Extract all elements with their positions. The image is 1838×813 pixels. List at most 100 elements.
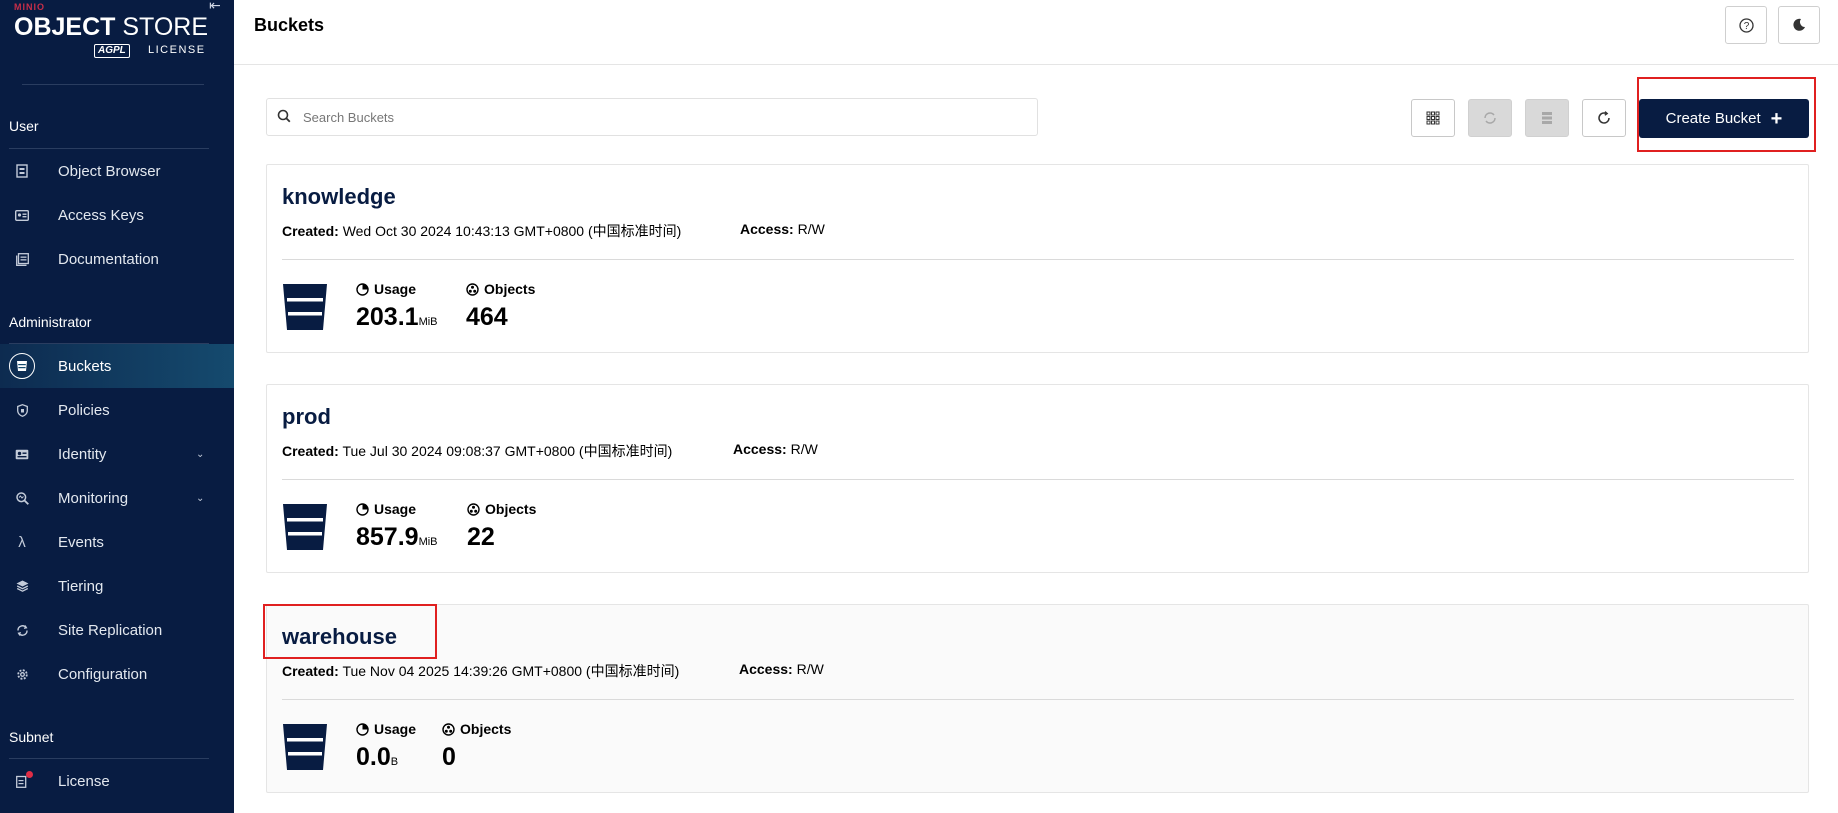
pie-chart-icon (356, 722, 369, 736)
lifecycle-button[interactable] (1525, 99, 1569, 137)
theme-toggle-button[interactable] (1778, 6, 1820, 44)
bucket-created: Created: Tue Jul 30 2024 09:08:37 GMT+08… (282, 443, 673, 459)
usage-value: 0.0B (356, 743, 399, 771)
pie-chart-icon (356, 502, 369, 516)
highlight-box-create-bucket (1637, 77, 1816, 152)
objects-label: Objects (442, 721, 511, 737)
identity-card-icon (12, 444, 32, 464)
objects-value: 464 (466, 303, 508, 331)
search-icon (277, 109, 291, 123)
sidebar-item-buckets[interactable]: Buckets (0, 344, 234, 388)
usage-label: Usage (356, 721, 416, 737)
id-card-icon (12, 205, 32, 225)
search-input[interactable] (303, 107, 1023, 127)
bucket-access: Access: R/W (733, 441, 818, 457)
bucket-access: Access: R/W (739, 661, 824, 677)
shield-icon (12, 400, 32, 420)
gear-icon (12, 664, 32, 684)
sidebar-item-label: Tiering (58, 577, 104, 595)
bucket-created: Created: Tue Nov 04 2025 14:39:26 GMT+08… (282, 663, 680, 679)
replication-icon (1484, 112, 1496, 124)
usage-label: Usage (356, 281, 416, 297)
refresh-button[interactable] (1582, 99, 1626, 137)
highlight-box-warehouse (263, 604, 437, 659)
sidebar-item-events[interactable]: λ Events (0, 520, 234, 564)
bucket-access: Access: R/W (740, 221, 825, 237)
page-header: Buckets ? (234, 0, 1838, 65)
bucket-icon (9, 353, 35, 379)
sidebar-item-label: Configuration (58, 665, 148, 683)
logo-divider (22, 84, 204, 85)
bucket-icon (283, 724, 327, 770)
card-divider (282, 259, 1794, 260)
objects-label: Objects (467, 501, 536, 517)
sidebar-item-documentation[interactable]: Documentation (0, 237, 234, 281)
layers-icon (12, 576, 32, 596)
chevron-down-icon[interactable]: ⌄ (196, 449, 204, 460)
monitoring-search-icon (12, 488, 32, 508)
grid-view-button[interactable] (1411, 99, 1455, 137)
page-title: Buckets (254, 15, 325, 35)
minio-logo[interactable]: MINIO OBJECT STORE AGPL LICENSE (14, 0, 214, 62)
usage-value: 857.9MiB (356, 523, 438, 551)
bucket-name[interactable]: knowledge (282, 184, 396, 210)
pie-chart-icon (356, 282, 369, 296)
replication-icon (12, 620, 32, 640)
bucket-card[interactable]: prod Created: Tue Jul 30 2024 09:08:37 G… (266, 384, 1809, 573)
objects-label: Objects (466, 281, 535, 297)
objects-icon (466, 282, 479, 296)
sidebar-item-label: Object Browser (58, 162, 161, 180)
sidebar-item-label: Events (58, 533, 104, 551)
chevron-down-icon[interactable]: ⌄ (196, 493, 204, 504)
sidebar-item-label: License (58, 772, 110, 790)
objects-icon (467, 502, 480, 516)
sidebar-item-label: Access Keys (58, 206, 144, 224)
sidebar-item-license[interactable]: License (0, 759, 234, 803)
section-title-administrator: Administrator (9, 314, 92, 330)
object-browser-icon (12, 161, 32, 181)
sidebar-item-label: Identity (58, 445, 107, 463)
search-bar[interactable] (266, 98, 1038, 136)
bucket-name[interactable]: prod (282, 404, 331, 430)
card-divider (282, 699, 1794, 700)
sidebar: MINIO OBJECT STORE AGPL LICENSE ⇤ User O… (0, 0, 234, 813)
bucket-card[interactable]: warehouse Created: Tue Nov 04 2025 14:39… (266, 604, 1809, 793)
alert-dot (26, 771, 33, 778)
logo-agpl-badge: AGPL (94, 44, 130, 58)
sidebar-item-monitoring[interactable]: Monitoring ⌄ (0, 476, 234, 520)
logo-product: OBJECT STORE (14, 13, 209, 41)
usage-value: 203.1MiB (356, 303, 438, 331)
sidebar-item-label: Buckets (58, 357, 112, 375)
bucket-icon (283, 504, 327, 550)
sidebar-item-label: Documentation (58, 250, 159, 268)
bucket-created: Created: Wed Oct 30 2024 10:43:13 GMT+08… (282, 223, 682, 239)
sidebar-item-tiering[interactable]: Tiering (0, 564, 234, 608)
bucket-stack-icon (1542, 112, 1552, 124)
help-icon: ? (1738, 17, 1754, 33)
section-title-user: User (9, 118, 39, 134)
documentation-icon (12, 249, 32, 269)
collapse-sidebar-icon[interactable]: ⇤ (209, 0, 225, 14)
replication-button[interactable] (1468, 99, 1512, 137)
sidebar-item-policies[interactable]: Policies (0, 388, 234, 432)
objects-icon (442, 722, 455, 736)
sidebar-item-label: Monitoring (58, 489, 129, 507)
grid-icon (1426, 111, 1440, 125)
logo-license-text: LICENSE (148, 44, 206, 56)
svg-text:?: ? (1743, 21, 1749, 32)
logo-vendor: MINIO (14, 2, 45, 12)
sidebar-item-label: Site Replication (58, 621, 163, 639)
sidebar-item-access-keys[interactable]: Access Keys (0, 193, 234, 237)
lambda-icon: λ (18, 533, 26, 551)
sidebar-item-site-replication[interactable]: Site Replication (0, 608, 234, 652)
sidebar-item-label: Policies (58, 401, 110, 419)
card-divider (282, 479, 1794, 480)
sidebar-item-object-browser[interactable]: Object Browser (0, 149, 234, 193)
usage-label: Usage (356, 501, 416, 517)
help-button[interactable]: ? (1725, 6, 1767, 44)
sidebar-item-configuration[interactable]: Configuration (0, 652, 234, 696)
objects-value: 22 (467, 523, 495, 551)
objects-value: 0 (442, 743, 456, 771)
sidebar-item-identity[interactable]: Identity ⌄ (0, 432, 234, 476)
bucket-card[interactable]: knowledge Created: Wed Oct 30 2024 10:43… (266, 164, 1809, 353)
